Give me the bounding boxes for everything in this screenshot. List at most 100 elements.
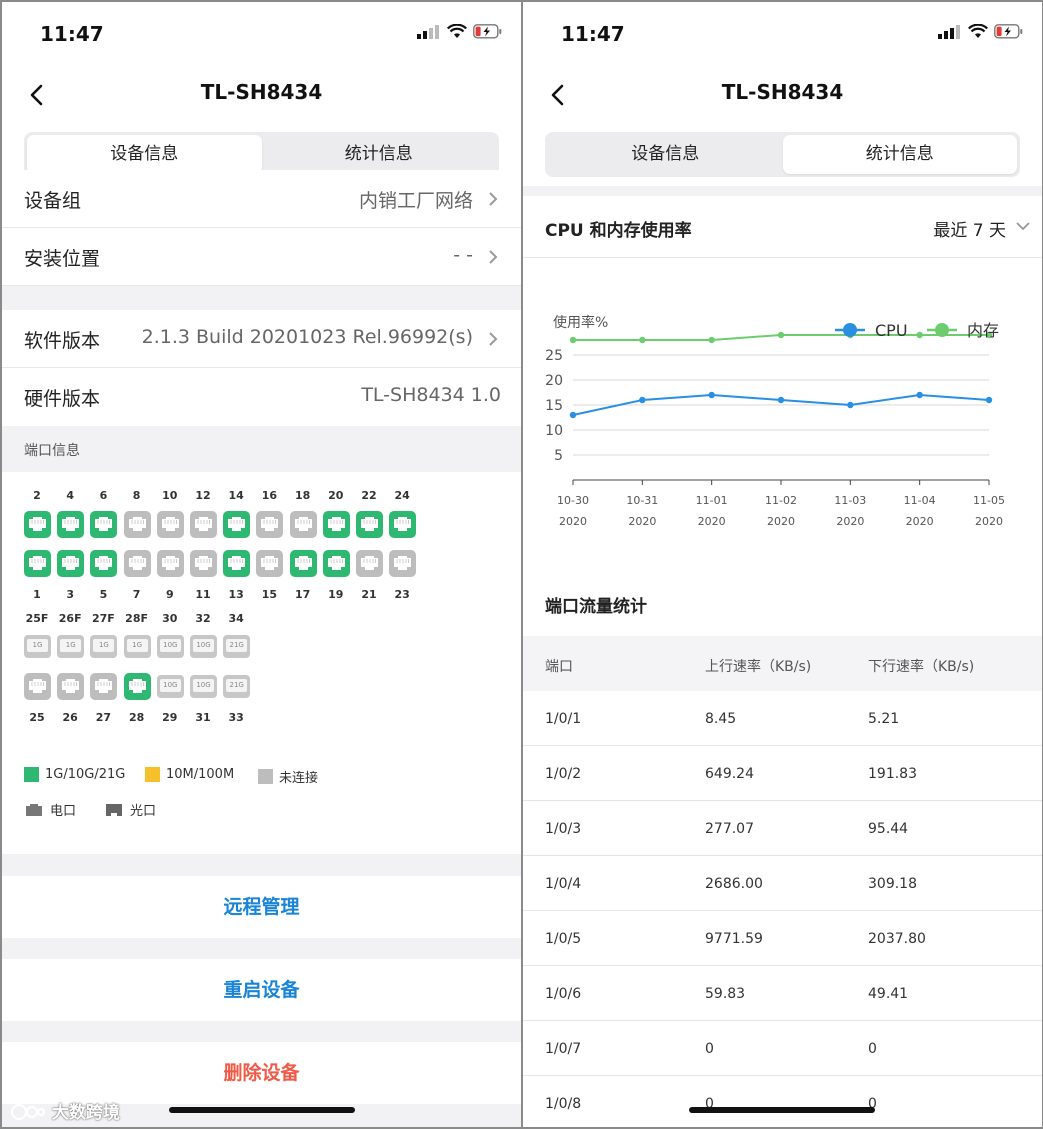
port-9[interactable] — [156, 550, 184, 577]
tab-statistics[interactable]: 统计信息 — [782, 135, 1017, 174]
sfp-port-31[interactable]: 10G — [190, 675, 217, 698]
sfp-port-27F[interactable]: 1G — [90, 635, 118, 658]
home-indicator[interactable] — [689, 1107, 875, 1113]
x-tick-year-label: 2020 — [975, 515, 1003, 528]
cell-upload: 2686.00 — [705, 876, 763, 892]
reboot-device-button[interactable]: 重启设备 — [2, 959, 521, 1021]
port-24[interactable] — [389, 511, 417, 538]
port-number: 28 — [128, 711, 145, 724]
port-19[interactable] — [322, 550, 350, 577]
sfp-port-33[interactable]: 21G — [223, 675, 251, 698]
port-21[interactable] — [356, 550, 383, 577]
tab-switcher: 设备信息 统计信息 — [545, 132, 1020, 177]
status-icons — [417, 24, 503, 39]
legend-electric: 电口 — [24, 800, 76, 819]
ethernet-port-icon — [327, 517, 345, 531]
ethernet-port-icon — [128, 679, 146, 693]
delete-device-button[interactable]: 删除设备 — [2, 1042, 521, 1104]
cell-upload: 59.83 — [705, 986, 746, 1002]
port-22[interactable] — [356, 511, 383, 538]
y-tick-label: 5 — [554, 448, 563, 464]
port-1[interactable] — [24, 550, 51, 577]
port-27[interactable] — [90, 673, 118, 700]
port-17[interactable] — [289, 550, 317, 577]
cell-port: 1/0/3 — [545, 821, 582, 837]
nav-bar: TL-SH8434 — [2, 68, 521, 120]
port-number: 23 — [394, 588, 410, 601]
chevron-down-icon[interactable] — [1016, 222, 1030, 231]
port-3[interactable] — [57, 550, 85, 577]
watermark-logo-icon — [11, 1104, 45, 1120]
port-7[interactable] — [123, 550, 151, 577]
port-number: 21 — [361, 588, 377, 601]
port-18[interactable] — [289, 511, 317, 538]
software-version-row[interactable]: 软件版本 2.1.3 Build 20201023 Rel.96992(s) — [2, 310, 521, 368]
port-10[interactable] — [156, 511, 184, 538]
sfp-port-28F[interactable]: 1G — [123, 635, 151, 658]
tab-device-info[interactable]: 设备信息 — [548, 135, 783, 174]
ethernet-port-icon — [95, 679, 113, 693]
table-row: 1/0/8 0 0 — [523, 1076, 1042, 1127]
ethernet-port-icon — [394, 556, 412, 570]
sfp-port-34[interactable]: 21G — [223, 635, 251, 658]
port-number: 2 — [33, 489, 41, 502]
port-2[interactable] — [24, 511, 51, 538]
battery-charging-icon — [994, 24, 1023, 39]
data-point — [569, 336, 577, 344]
sfp-speed-label: 1G — [27, 639, 48, 652]
sfp-speed-label: 10G — [193, 639, 214, 652]
range-selector[interactable]: 最近 7 天 — [933, 216, 1006, 241]
sfp-speed-label: 1G — [126, 639, 148, 652]
legend-yellow-label: 10M/100M — [166, 767, 235, 782]
port-20[interactable] — [322, 511, 350, 538]
section-gap — [2, 854, 521, 876]
y-tick-label: 20 — [545, 373, 563, 389]
install-location-row[interactable]: 安装位置 - - — [2, 228, 521, 286]
port-12[interactable] — [190, 511, 217, 538]
port-number: 4 — [66, 489, 75, 502]
port-4[interactable] — [57, 511, 85, 538]
ethernet-port-icon — [161, 517, 179, 531]
port-8[interactable] — [123, 511, 151, 538]
ethernet-port-icon — [228, 556, 246, 570]
ethernet-port-icon — [95, 517, 113, 531]
sfp-port-30[interactable]: 10G — [156, 635, 184, 658]
port-23[interactable] — [389, 550, 417, 577]
port-number: 7 — [132, 588, 141, 601]
port-number: 12 — [195, 489, 211, 502]
tab-device-info[interactable]: 设备信息 — [27, 135, 262, 174]
port-15[interactable] — [256, 550, 284, 577]
status-time: 11:47 — [40, 22, 104, 46]
table-row: 1/0/7 0 0 — [523, 1021, 1042, 1076]
cell-port: 1/0/1 — [545, 711, 582, 727]
device-group-value: 内销工厂网络 — [358, 190, 473, 212]
home-indicator[interactable] — [169, 1107, 355, 1113]
col-upload: 上行速率（KB/s) — [705, 659, 812, 675]
port-14[interactable] — [223, 511, 251, 538]
port-25[interactable] — [24, 673, 51, 700]
port-16[interactable] — [256, 511, 284, 538]
port-11[interactable] — [190, 550, 217, 577]
port-13[interactable] — [223, 550, 251, 577]
tab-statistics[interactable]: 统计信息 — [262, 135, 497, 174]
data-point — [777, 331, 785, 339]
wifi-icon — [447, 24, 467, 38]
ethernet-port-icon — [29, 556, 46, 570]
port-26[interactable] — [57, 673, 85, 700]
sfp-port-29[interactable]: 10G — [156, 675, 184, 698]
port-6[interactable] — [90, 511, 118, 538]
x-tick-year-label: 2020 — [836, 515, 864, 528]
port-28[interactable] — [123, 673, 151, 700]
y-tick-label: 25 — [545, 348, 563, 364]
ethernet-port-icon — [261, 556, 279, 570]
port-number: 25 — [29, 711, 45, 724]
ethernet-port-icon — [294, 517, 312, 531]
device-group-row[interactable]: 设备组 内销工厂网络 — [2, 170, 521, 228]
remote-manage-button[interactable]: 远程管理 — [2, 876, 521, 938]
chart-header: CPU 和内存使用率 最近 7 天 — [523, 196, 1042, 258]
sfp-port-25F[interactable]: 1G — [24, 635, 51, 658]
sfp-port-32[interactable]: 10G — [190, 635, 217, 658]
cell-upload: 277.07 — [705, 821, 754, 837]
sfp-port-26F[interactable]: 1G — [57, 635, 85, 658]
port-5[interactable] — [90, 550, 118, 577]
